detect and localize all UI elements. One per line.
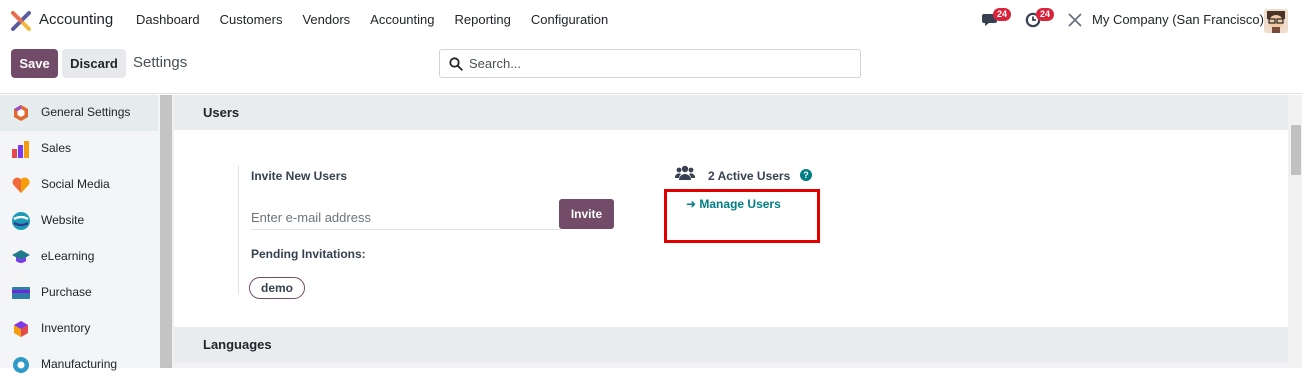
elearning-icon [12, 250, 30, 263]
section-title: Languages [203, 337, 272, 352]
arrow-right-icon: ➜ [686, 197, 700, 211]
search-box[interactable] [439, 49, 861, 78]
sidebar-item-label: Sales [41, 141, 72, 155]
manufacturing-icon [13, 357, 29, 373]
sidebar-item-manufacturing[interactable]: Manufacturing [0, 347, 158, 383]
sidebar-item-label: Social Media [41, 177, 110, 191]
save-button[interactable]: Save [11, 49, 58, 78]
purchase-icon [12, 287, 30, 299]
sidebar-item-inventory[interactable]: Inventory [0, 311, 158, 347]
menu-customers[interactable]: Customers [210, 0, 293, 40]
manage-users-label: Manage Users [699, 197, 781, 211]
setting-divider [238, 165, 239, 295]
company-switcher[interactable]: My Company (San Francisco) [1092, 12, 1264, 27]
pending-invitation-tag[interactable]: demo [249, 277, 305, 299]
search-input[interactable] [469, 50, 849, 77]
top-navbar: Accounting Dashboard Customers Vendors A… [0, 0, 1302, 40]
settings-sidebar: General Settings Sales Social Media Webs… [0, 95, 172, 373]
app-name[interactable]: Accounting [39, 11, 113, 28]
messages-badge: 24 [993, 8, 1011, 21]
invite-users-title: Invite New Users [251, 169, 348, 183]
activities-badge: 24 [1036, 8, 1054, 21]
user-avatar[interactable] [1264, 9, 1288, 33]
menu-vendors[interactable]: Vendors [292, 0, 360, 40]
sidebar-item-label: eLearning [41, 249, 95, 263]
menu-configuration[interactable]: Configuration [521, 0, 618, 40]
sidebar-item-elearning[interactable]: eLearning [0, 239, 158, 275]
manage-users-link[interactable]: ➜ Manage Users [686, 197, 781, 211]
sales-icon [12, 141, 29, 158]
sidebar-item-label: Inventory [41, 321, 91, 335]
users-section-header: Users [174, 95, 1288, 130]
content-scrollbar[interactable] [1290, 95, 1302, 368]
sidebar-item-purchase[interactable]: Purchase [0, 275, 158, 311]
active-users-count: 2 Active Users [708, 169, 791, 183]
menu-accounting[interactable]: Accounting [360, 0, 444, 40]
section-title: Users [203, 105, 240, 120]
page-title: Settings [133, 54, 188, 71]
sidebar-item-social-media[interactable]: Social Media [0, 167, 158, 203]
settings-content: Users Invite New Users Invite Pending In… [172, 95, 1302, 368]
invite-email-input[interactable] [251, 206, 561, 230]
control-panel: Save Discard Settings [0, 40, 1302, 94]
sidebar-item-label: Website [41, 213, 85, 227]
invite-button[interactable]: Invite [559, 199, 614, 229]
svg-text:?: ? [803, 170, 809, 180]
sidebar-item-label: Purchase [41, 285, 92, 299]
sidebar-item-label: General Settings [41, 105, 131, 119]
help-icon[interactable]: ? [800, 169, 812, 181]
accounting-app-icon[interactable] [11, 11, 31, 31]
sidebar-item-general-settings[interactable]: General Settings [0, 95, 158, 131]
main-menu: Dashboard Customers Vendors Accounting R… [126, 0, 618, 40]
languages-section-header: Languages [174, 327, 1288, 362]
social-media-icon [12, 177, 30, 193]
discard-button[interactable]: Discard [62, 49, 126, 78]
inventory-icon [14, 321, 28, 337]
search-icon[interactable] [449, 57, 463, 71]
website-icon [12, 212, 30, 230]
users-settings-panel: Invite New Users Invite Pending Invitati… [174, 130, 1288, 327]
sidebar-scrollbar[interactable] [160, 95, 172, 368]
general-settings-icon [14, 105, 28, 121]
sidebar-item-label: Manufacturing [41, 357, 118, 371]
sidebar-item-website[interactable]: Website [0, 203, 158, 239]
sidebar-item-sales[interactable]: Sales [0, 131, 158, 167]
scrollbar-thumb[interactable] [1291, 125, 1301, 175]
menu-reporting[interactable]: Reporting [445, 0, 521, 40]
users-icon [675, 165, 695, 180]
menu-dashboard[interactable]: Dashboard [126, 0, 210, 40]
avatar-face-icon [1264, 9, 1288, 33]
pending-invitations-title: Pending Invitations: [251, 247, 366, 261]
tools-icon[interactable] [1066, 12, 1084, 28]
